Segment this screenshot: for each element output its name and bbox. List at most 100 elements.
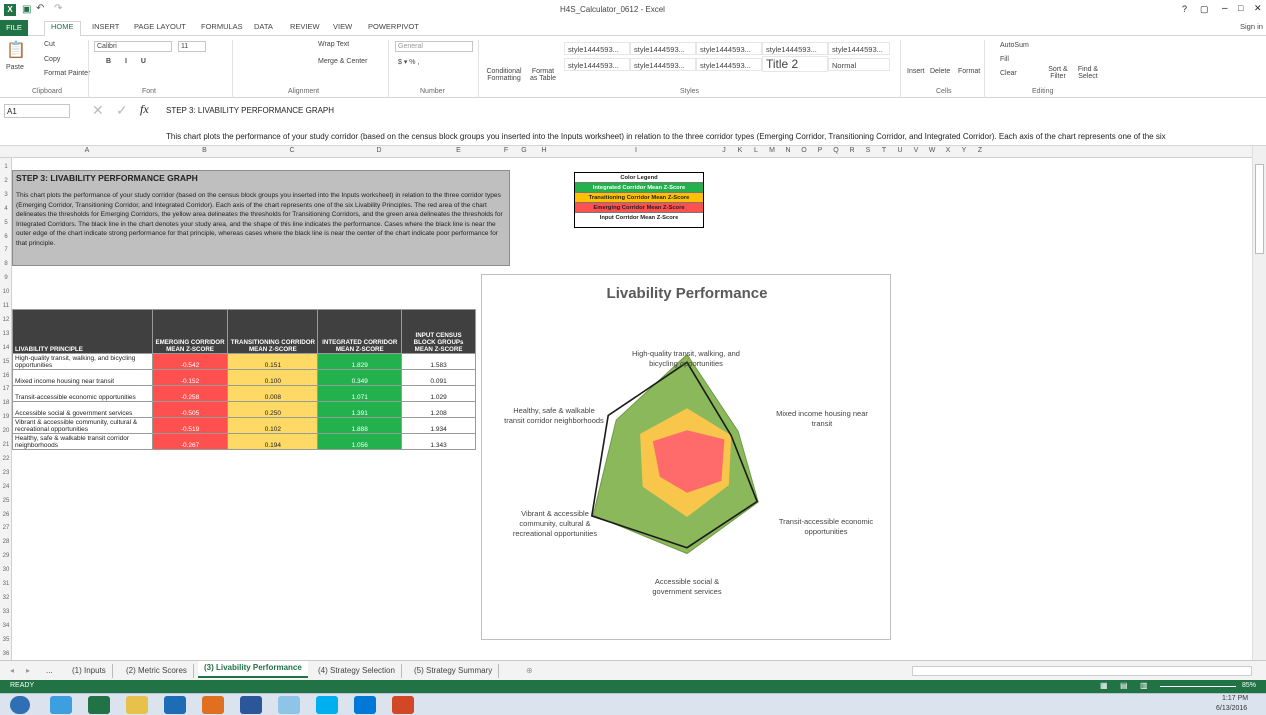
zscore-cell[interactable]: 1.029 (401, 385, 476, 402)
column-header-j[interactable]: J (716, 147, 732, 154)
clock-time[interactable]: 1:17 PM (1222, 695, 1248, 702)
formula-content-line1[interactable]: STEP 3: LIVABILITY PERFORMANCE GRAPH (166, 106, 334, 115)
column-header-l[interactable]: L (748, 147, 764, 154)
column-header-o[interactable]: O (796, 147, 812, 154)
firefox-icon[interactable] (202, 696, 224, 714)
clock-date[interactable]: 6/13/2016 (1216, 705, 1247, 712)
column-header-r[interactable]: R (844, 147, 860, 154)
column-header-s[interactable]: S (860, 147, 876, 154)
row-header-29[interactable]: 29 (0, 553, 12, 559)
explorer-icon[interactable] (126, 696, 148, 714)
cut-button[interactable]: Cut (44, 41, 55, 48)
column-header-c[interactable]: C (247, 147, 337, 154)
zscore-cell[interactable]: 0.100 (227, 369, 319, 386)
row-header-13[interactable]: 13 (0, 331, 12, 337)
intro-textbox[interactable]: STEP 3: LIVABILITY PERFORMANCE GRAPH Thi… (12, 170, 510, 266)
zscore-cell[interactable]: 1.391 (317, 401, 403, 418)
style-normal[interactable]: Normal (828, 58, 890, 71)
delete-cells-button[interactable]: Delete (930, 68, 950, 75)
radar-chart[interactable]: Livability Performance High-quality tran… (481, 274, 891, 640)
row-header-34[interactable]: 34 (0, 623, 12, 629)
column-header-g[interactable]: G (516, 147, 532, 154)
vertical-scrollbar[interactable] (1252, 146, 1266, 660)
column-header-m[interactable]: M (764, 147, 780, 154)
principle-cell[interactable]: Vibrant & accessible community, cultural… (12, 417, 153, 434)
tab-page-layout[interactable]: PAGE LAYOUT (134, 22, 186, 31)
sheet-nav-prev[interactable]: ◂ (4, 664, 20, 678)
column-header-a[interactable]: A (12, 147, 162, 154)
sheet-tab-strategy-summary[interactable]: (5) Strategy Summary (408, 664, 500, 678)
tab-review[interactable]: REVIEW (290, 22, 320, 31)
zscore-cell[interactable]: 1.056 (317, 433, 403, 450)
scroll-thumb[interactable] (1255, 164, 1264, 254)
zscore-cell[interactable]: -0.505 (151, 401, 229, 418)
sheet-nav-next[interactable]: ▸ (20, 664, 36, 678)
row-header-10[interactable]: 10 (0, 289, 12, 295)
format-as-table-button[interactable]: Format as Table (528, 68, 558, 82)
sheet-nav-more[interactable]: ... (40, 664, 59, 678)
conditional-formatting-button[interactable]: Conditional Formatting (483, 68, 525, 82)
paste-icon[interactable]: 📋 (6, 40, 26, 60)
add-sheet-icon[interactable]: ⊕ (520, 664, 539, 678)
row-header-20[interactable]: 20 (0, 428, 12, 434)
row-header-24[interactable]: 24 (0, 484, 12, 490)
column-header-y[interactable]: Y (956, 147, 972, 154)
row-header-21[interactable]: 21 (0, 442, 12, 448)
skype-business-icon[interactable] (354, 696, 376, 714)
row-header-15[interactable]: 15 (0, 359, 12, 365)
powerpoint-icon[interactable] (392, 696, 414, 714)
font-format-buttons[interactable]: B I U (106, 58, 152, 65)
row-header-28[interactable]: 28 (0, 539, 12, 545)
enter-entry-icon[interactable]: ✓ (116, 102, 128, 119)
ie-icon[interactable] (50, 696, 72, 714)
zscore-cell[interactable]: 1.071 (317, 385, 403, 402)
tab-formulas[interactable]: FORMULAS (201, 22, 243, 31)
style-cell-4[interactable]: style1444593... (762, 42, 828, 55)
row-header-32[interactable]: 32 (0, 595, 12, 601)
row-header-4[interactable]: 4 (0, 206, 12, 212)
row-header-26[interactable]: 26 (0, 512, 12, 518)
app-icon[interactable] (278, 696, 300, 714)
zscore-cell[interactable]: 1.208 (401, 401, 476, 418)
minimize-button[interactable]: – (1222, 3, 1228, 14)
zscore-cell[interactable]: 0.008 (227, 385, 319, 402)
format-painter-button[interactable]: Format Painter (44, 70, 90, 77)
zscore-cell[interactable]: 0.250 (227, 401, 319, 418)
tab-powerpivot[interactable]: POWERPIVOT (368, 22, 419, 31)
clear-button[interactable]: Clear (1000, 70, 1017, 77)
font-name-select[interactable]: Calibri (94, 41, 172, 52)
row-header-8[interactable]: 8 (0, 261, 12, 267)
restore-icon[interactable]: ▢ (1200, 4, 1209, 15)
cancel-entry-icon[interactable]: ✕ (92, 102, 104, 119)
sort-filter-button[interactable]: Sort & Filter (1044, 66, 1072, 80)
horizontal-scrollbar[interactable] (912, 666, 1252, 676)
wrap-text-button[interactable]: Wrap Text (318, 41, 349, 48)
sign-in-link[interactable]: Sign in (1240, 22, 1263, 31)
sheet-tab-inputs[interactable]: (1) Inputs (66, 664, 113, 678)
zscore-cell[interactable]: -0.542 (151, 353, 229, 370)
column-header-i[interactable]: I (556, 147, 716, 154)
page-layout-view-icon[interactable]: ▤ (1120, 681, 1128, 690)
copy-button[interactable]: Copy (44, 56, 60, 63)
sheet-tab-metric-scores[interactable]: (2) Metric Scores (120, 664, 194, 678)
find-select-button[interactable]: Find & Select (1074, 66, 1102, 80)
row-header-31[interactable]: 31 (0, 581, 12, 587)
merge-center-button[interactable]: Merge & Center (318, 58, 367, 65)
fill-button[interactable]: Fill (1000, 56, 1009, 63)
column-header-b[interactable]: B (162, 147, 247, 154)
sheet-tab-livability-performance[interactable]: (3) Livability Performance (198, 661, 308, 678)
zscore-cell[interactable]: 0.349 (317, 369, 403, 386)
start-button-icon[interactable] (10, 696, 30, 714)
style-cell-5[interactable]: style1444593... (828, 42, 890, 55)
zscore-cell[interactable]: 0.091 (401, 369, 476, 386)
tab-home[interactable]: HOME (44, 21, 81, 36)
row-header-33[interactable]: 33 (0, 609, 12, 615)
row-header-12[interactable]: 12 (0, 317, 12, 323)
column-header-w[interactable]: W (924, 147, 940, 154)
row-header-1[interactable]: 1 (0, 164, 12, 170)
zscore-cell[interactable]: 1.583 (401, 353, 476, 370)
zscore-cell[interactable]: 1.343 (401, 433, 476, 450)
row-header-25[interactable]: 25 (0, 498, 12, 504)
style-cell-6[interactable]: style1444593... (564, 58, 630, 71)
row-header-3[interactable]: 3 (0, 192, 12, 198)
